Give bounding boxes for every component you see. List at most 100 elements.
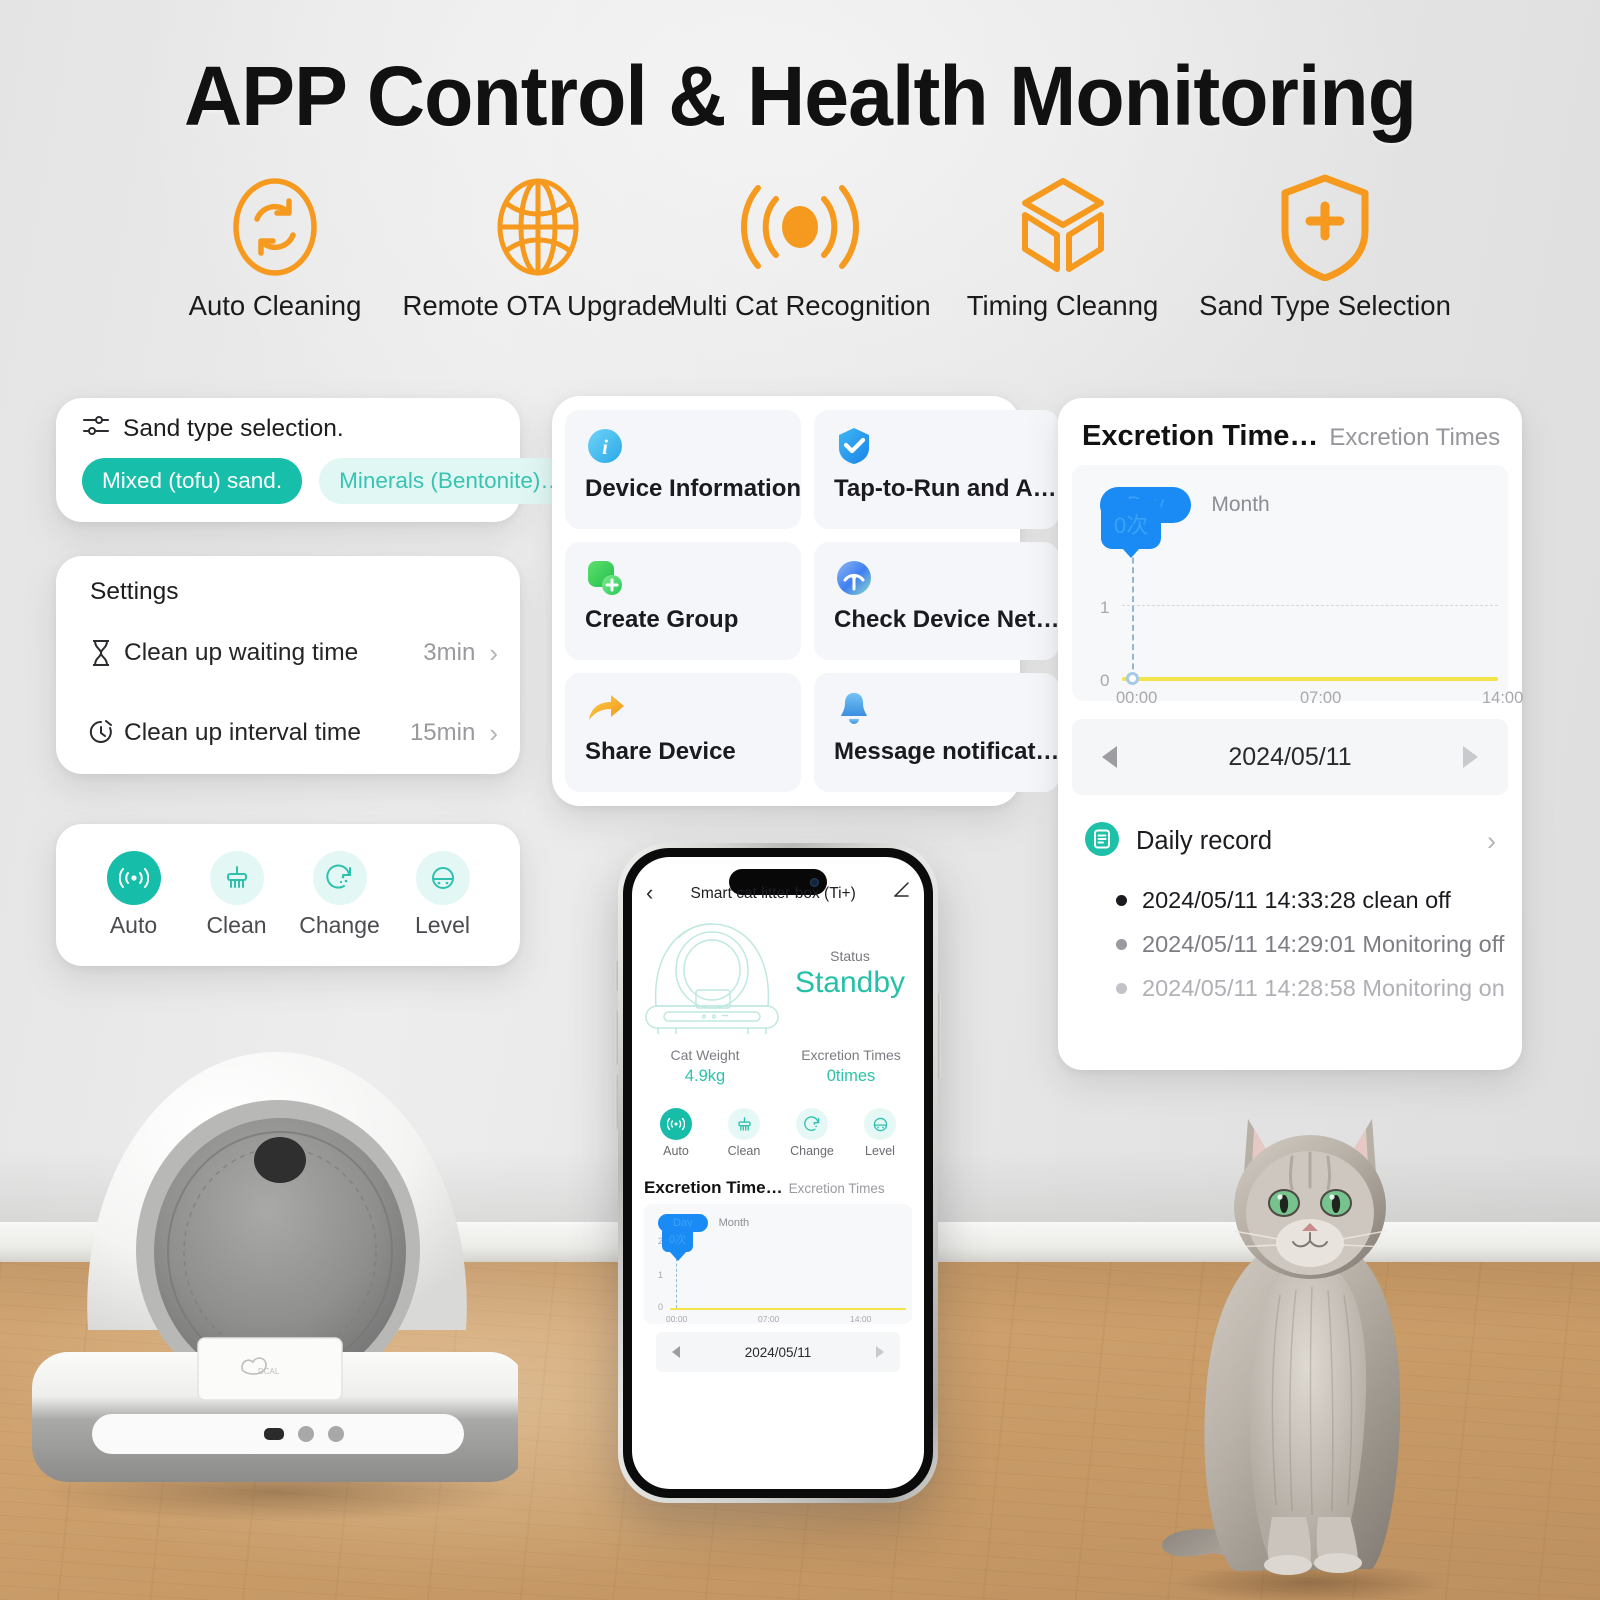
chevron-left-icon[interactable]: ‹ [646,882,653,904]
settings-title: Settings [90,578,179,605]
y-tick-1: 1 [658,1270,664,1280]
app-header: ‹ Smart cat litter box (Ti+) [632,857,924,909]
phone-action-level[interactable]: Level [846,1108,914,1158]
menu-tile-check-device-network[interactable]: Check Device Net… [814,541,1060,661]
stat-cat-weight: Cat Weight 4.9kg [632,1047,778,1086]
feature-label: Multi Cat Recognition [669,290,931,321]
data-point-marker [1126,672,1139,685]
app-title: Smart cat litter box (Ti+) [690,885,856,902]
phone-date-navigator: 2024/05/11 [656,1332,900,1372]
menu-tile-label: Tap-to-Run and A… [834,474,1057,502]
menu-tile-label: Create Group [585,606,739,634]
feature-auto-cleaning: Auto Cleaning [150,172,400,322]
tooltip-leader-line [1132,548,1134,679]
stopwatch-icon [82,719,120,747]
list-item: 2024/05/11 14:28:58 Monitoring on [1116,966,1522,1010]
action-change[interactable]: Change [288,851,391,939]
device-illustration-row: Status Standby [632,909,924,1039]
chart-subtitle: Excretion Times [1329,424,1501,451]
sliders-icon [82,414,110,443]
toggle-month[interactable]: Month [1211,493,1269,517]
menu-tile-tap-to-run[interactable]: Tap-to-Run and A… [814,410,1060,529]
action-label: Level [865,1144,895,1158]
device-menu-grid-card: i Device Information Tap-to-Run and A… C… [552,396,1060,806]
excretion-times-card: Excretion Time… Excretion Times Day Mont… [1058,398,1523,1070]
chevron-right-icon: › [489,638,498,668]
setting-label: Clean up waiting time [124,639,359,666]
phone-screen: ‹ Smart cat litter box (Ti+) Status Stan… [632,857,924,1489]
x-tick-0000: 00:00 [666,1314,688,1324]
phone-chart-title: Excretion Time… [644,1178,783,1197]
daily-record-header[interactable]: Daily record › [1058,795,1522,862]
feature-strip: Auto Cleaning Remote OTA Upgrade Multi C… [150,172,1451,357]
x-tick-0700: 07:00 [758,1314,780,1324]
next-day-button[interactable] [876,1346,884,1358]
action-auto[interactable]: Auto [82,851,185,939]
menu-tile-label: Device Information [585,474,802,502]
wifi-signal-icon [106,851,161,905]
phone-action-change[interactable]: Change [778,1108,846,1158]
document-icon [1084,821,1120,862]
check-badge-icon [834,426,1059,472]
action-label: Change [299,912,380,938]
info-circle-icon: i [585,426,801,472]
prev-day-button[interactable] [1102,746,1117,768]
y-tick-0: 0 [658,1302,664,1312]
menu-tile-device-information[interactable]: i Device Information [565,410,802,529]
feature-sand-type: Sand Type Selection [1199,172,1451,322]
phone-volume-down-button[interactable] [615,1075,618,1129]
chart-plot-area: Day Month 2 1 0 00:00 07:00 14:00 0次 [1072,465,1523,707]
stat-key: Excretion Times [801,1047,901,1063]
phone-action-clean[interactable]: Clean [710,1108,778,1158]
stat-value: 4.9kg [684,1067,726,1085]
prev-day-button[interactable] [672,1346,680,1358]
phone-volume-up-button[interactable] [615,1011,618,1065]
action-label: Level [415,912,470,938]
feature-label: Sand Type Selection [1199,290,1451,321]
status-value: Standby [794,966,906,999]
rotate-sand-icon [312,851,367,905]
phone-action-auto[interactable]: Auto [642,1108,710,1158]
phone-frame: ‹ Smart cat litter box (Ti+) Status Stan… [615,843,941,1503]
menu-tile-create-group[interactable]: Create Group [565,541,802,661]
action-clean[interactable]: Clean [185,851,288,939]
sand-option-mixed-tofu[interactable]: Mixed (tofu) sand. [82,458,303,504]
list-item: 2024/05/11 14:33:28 clean off [1116,878,1522,922]
phone-power-button[interactable] [938,993,941,1079]
bullet-dot [1116,938,1127,950]
network-check-icon [834,558,1059,604]
setting-row-clean-up-waiting-time[interactable]: Clean up waiting time 3min › [56,620,520,686]
auto-cleaning-icon [225,172,325,282]
menu-tile-share-device[interactable]: Share Device [565,673,802,792]
level-icon [864,1108,896,1140]
feature-label: Timing Cleanng [966,290,1159,321]
chart-date-navigator: 2024/05/11 [1072,719,1508,795]
brush-icon [209,851,264,905]
menu-tile-message-notification[interactable]: Message notificat… [814,673,1060,792]
menu-tile-label: Check Device Net… [834,606,1060,634]
stat-excretion-times: Excretion Times 0times [778,1047,924,1086]
next-day-button[interactable] [1463,746,1478,768]
pencil-icon[interactable] [893,881,910,903]
chevron-right-icon: › [1487,826,1496,856]
chart-tooltip: 0次 [1101,499,1162,558]
phone-mute-switch[interactable] [615,961,618,991]
record-text: 2024/05/11 14:28:58 Monitoring on [1142,974,1505,1001]
rotate-sand-icon [796,1108,828,1140]
action-level[interactable]: Level [391,851,494,939]
phone-mockup: ‹ Smart cat litter box (Ti+) Status Stan… [615,843,941,1503]
phone-chart-section: Excretion Time… Excretion Times Day Mont… [632,1178,924,1372]
menu-tile-label: Message notificat… [834,737,1060,765]
action-label: Auto [109,912,158,938]
feature-label: Auto Cleaning [188,290,362,321]
toggle-month[interactable]: Month [719,1217,750,1229]
feature-remote-ota: Remote OTA Upgrade [402,172,673,322]
device-actions-card: Auto Clean Change Level [56,824,520,966]
setting-row-clean-up-interval-time[interactable]: Clean up interval time 15min › [56,700,520,766]
shield-plus-icon [1275,172,1375,282]
wifi-signal-icon [660,1108,692,1140]
sand-option-minerals-bentonite[interactable]: Minerals (Bentonite)… [319,458,583,504]
phone-bezel: ‹ Smart cat litter box (Ti+) Status Stan… [623,848,933,1498]
x-tick-0700: 07:00 [1300,689,1342,707]
series-excretion-times-line [1122,677,1498,681]
